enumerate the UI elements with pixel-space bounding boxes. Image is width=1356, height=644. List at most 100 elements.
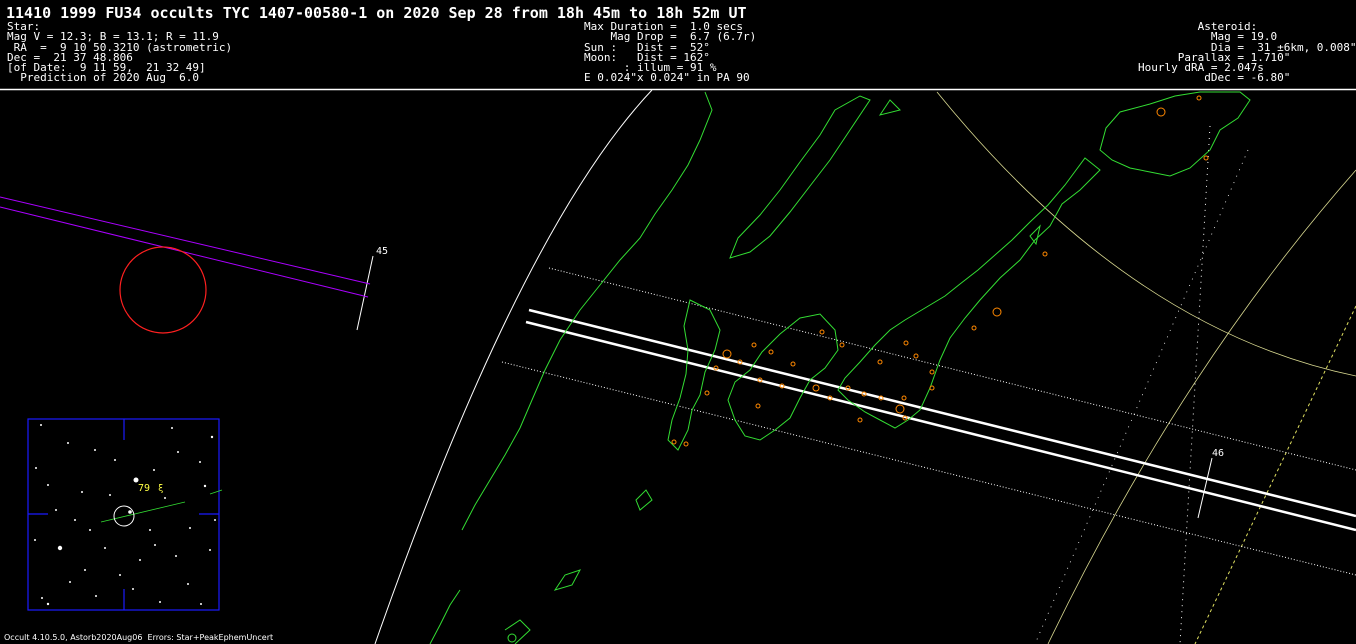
star: [149, 529, 151, 531]
observer-site: [790, 361, 796, 367]
time-label-46: 46: [1212, 448, 1224, 459]
star: [128, 510, 132, 514]
observer-site: [507, 633, 517, 643]
star: [209, 549, 211, 551]
star: [119, 574, 121, 576]
asteroid-track: [0, 196, 371, 285]
star: [154, 544, 156, 546]
path-limit-line: [501, 361, 1356, 576]
observer-site: [929, 385, 935, 391]
star: [139, 559, 141, 561]
observer-site: [683, 441, 689, 447]
star: [69, 581, 71, 583]
observer-site: [877, 359, 883, 365]
path-edge-line: [528, 308, 1356, 518]
coastline-honshu: [837, 157, 1101, 429]
observer-sites: [507, 95, 1209, 643]
star: [34, 539, 36, 541]
observer-site: [671, 439, 677, 445]
page-title: 11410 1999 FU34 occults TYC 1407-00580-1…: [6, 4, 747, 22]
coastline-island: [878, 99, 901, 116]
star: [114, 459, 116, 461]
star: [47, 484, 49, 486]
footer-status: Occult 4.10.5.0, Astorb2020Aug06 Errors:…: [4, 633, 274, 642]
observer-site: [819, 329, 825, 335]
star: [159, 601, 161, 603]
observer-site: [839, 342, 845, 348]
star: [35, 467, 37, 469]
star: [203, 484, 207, 488]
coastline-sakhalin: [729, 95, 871, 259]
time-tick-45: [356, 255, 374, 331]
star-chart-label: 79: [138, 483, 150, 494]
asteroid-info: Asteroid: Mag = 19.0 Dia = 31 ±6km, 0.00…: [1138, 21, 1356, 84]
star: [133, 477, 139, 483]
star: [109, 494, 111, 496]
path-edge-line: [525, 320, 1356, 532]
star-info: Star: Mag V = 12.3; B = 13.1; R = 11.9 RA…: [7, 21, 232, 85]
observer-site: [751, 342, 757, 348]
star: [210, 435, 214, 439]
star-chart-marker: ξ: [158, 484, 163, 494]
star: [189, 527, 191, 529]
observer-site: [1042, 251, 1048, 257]
observer-site: [755, 403, 761, 409]
graticule-arc: [936, 91, 1356, 377]
time-label-45: 45: [376, 246, 388, 257]
coastline-island: [553, 569, 582, 591]
graticule: [936, 91, 1356, 644]
star: [104, 547, 106, 549]
observer-site: [812, 384, 820, 392]
earth-limb: [374, 89, 653, 644]
graticule-arc: [1047, 169, 1356, 644]
observer-site: [722, 349, 732, 359]
star: [57, 545, 63, 551]
star: [95, 595, 97, 597]
path-limit-line: [548, 267, 1356, 471]
coastline-island: [635, 489, 653, 511]
shadow-path: [501, 267, 1356, 576]
observer-site: [704, 390, 710, 396]
observer-site: [1203, 155, 1209, 161]
event-info-line: E 0.024"x 0.024" in PA 90: [584, 71, 750, 85]
time-tick-46: [1197, 457, 1213, 519]
star: [175, 555, 177, 557]
star: [55, 509, 57, 511]
star: [153, 469, 155, 471]
star: [132, 588, 134, 590]
star: [40, 424, 42, 426]
star: [164, 497, 166, 499]
star: [200, 603, 202, 605]
moon-position-circle: [119, 246, 207, 334]
observer-site: [895, 404, 905, 414]
star: [94, 449, 96, 451]
coastline-island: [1029, 224, 1041, 246]
dotted-meridian: [1179, 125, 1211, 644]
observer-site: [913, 353, 919, 359]
observer-site: [1156, 107, 1166, 117]
event-info: Max Duration = 1.0 secs Mag Drop = 6.7 (…: [584, 21, 756, 85]
dotted-meridian: [1034, 149, 1249, 644]
star: [67, 442, 69, 444]
star: [199, 461, 201, 463]
coastline-japan-north: [1099, 91, 1251, 177]
observer-site: [1196, 95, 1202, 101]
occultation-map: 45 46 79 ξ: [0, 88, 1356, 644]
observer-site: [857, 417, 863, 423]
observer-site: [992, 307, 1002, 317]
coastlines: [429, 91, 1251, 644]
star: [171, 427, 173, 429]
coastline-fragment: [429, 589, 461, 644]
star: [177, 451, 179, 453]
star: [187, 583, 189, 585]
star-info-line: Prediction of 2020 Aug 6.0: [7, 71, 200, 85]
coastline-mainland: [461, 91, 713, 531]
star: [81, 491, 83, 493]
star: [41, 597, 43, 599]
star: [74, 519, 76, 521]
observer-site: [768, 349, 774, 355]
observer-site: [971, 325, 977, 331]
star: [46, 602, 50, 606]
star-chart-inset: 79 ξ: [27, 418, 223, 611]
dashed-line: [1194, 305, 1356, 644]
